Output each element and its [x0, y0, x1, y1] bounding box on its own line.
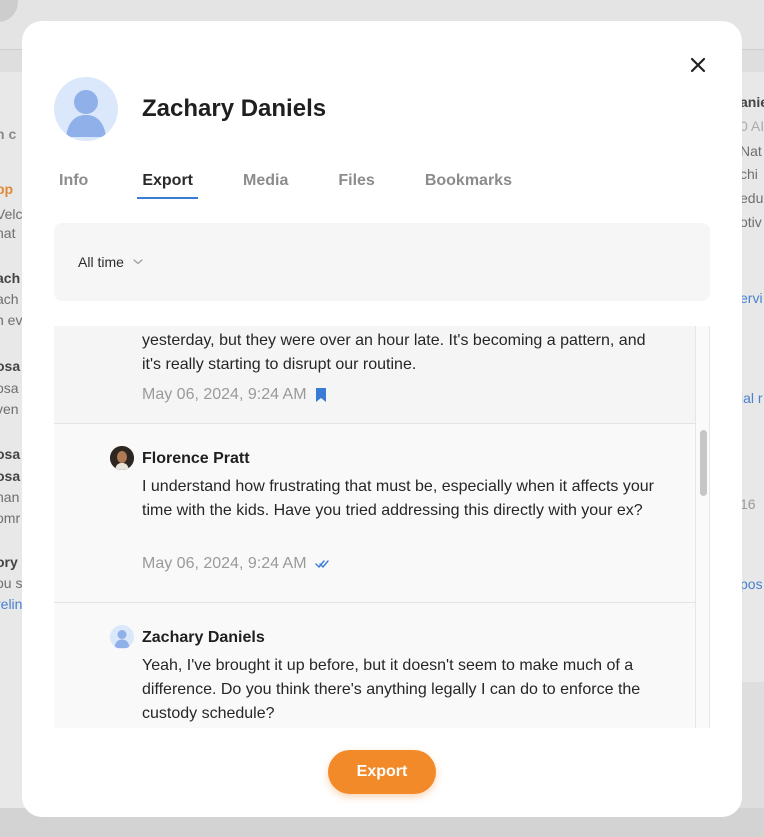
background-text: anie — [740, 94, 764, 110]
read-status — [314, 559, 329, 569]
background-text: omr — [0, 510, 21, 526]
bookmark-icon — [315, 388, 326, 402]
sender-name: Florence Pratt — [142, 450, 250, 467]
background-text: ach — [0, 291, 19, 307]
export-button[interactable]: Export — [328, 750, 436, 794]
message-item: Zachary Daniels Yeah, I've brought it up… — [54, 603, 695, 728]
background-text: Nat — [740, 143, 762, 159]
background-text: osa — [0, 380, 19, 396]
message-item: Florence Pratt I understand how frustrat… — [54, 424, 695, 603]
contact-avatar — [54, 77, 118, 141]
background-text: ach — [0, 270, 21, 286]
close-button[interactable] — [686, 51, 710, 79]
person-photo-icon — [110, 446, 134, 470]
background-text: n ev — [0, 312, 23, 328]
background-text: h c — [0, 126, 17, 142]
background-text: osa — [0, 468, 21, 484]
bookmark-button[interactable] — [315, 387, 327, 403]
message-text: yesterday, but they were over an hour la… — [142, 332, 646, 373]
scrollbar-thumb[interactable] — [700, 430, 707, 496]
background-text: Velc — [0, 206, 23, 222]
sender-avatar — [110, 446, 134, 470]
message-text: Yeah, I've brought it up before, but it … — [142, 657, 641, 722]
background-text: pp — [0, 181, 14, 197]
background-text: han — [0, 489, 20, 505]
message-timestamp: May 06, 2024, 9:24 AM — [142, 386, 307, 403]
background-text: otiv — [740, 214, 762, 230]
date-range-label: All time — [78, 254, 124, 270]
tab-export[interactable]: Export — [137, 168, 198, 199]
message-item: yesterday, but they were over an hour la… — [54, 326, 695, 424]
chevron-down-icon — [133, 259, 143, 265]
background-text: 16 — [740, 496, 756, 512]
background-text: ory — [0, 554, 18, 570]
background-text: pos — [740, 576, 763, 592]
tab-bookmarks[interactable]: Bookmarks — [420, 168, 517, 199]
message-timestamp: May 06, 2024, 9:24 AM — [142, 555, 307, 572]
date-range-dropdown[interactable]: All time — [78, 254, 144, 270]
background-text: osa — [0, 446, 21, 462]
background-text: hat — [0, 225, 16, 241]
message-list[interactable]: yesterday, but they were over an hour la… — [54, 326, 710, 728]
background-text: edu — [740, 190, 764, 206]
background-text: 0 AI — [740, 118, 764, 134]
message-text: I understand how frustrating that must b… — [142, 478, 654, 519]
check-icon — [314, 560, 329, 569]
user-icon — [66, 90, 106, 137]
user-icon — [114, 630, 130, 648]
contact-export-modal: Zachary Daniels Info Export Media Files … — [22, 21, 742, 817]
tab-media[interactable]: Media — [238, 168, 293, 199]
background-text: osa — [0, 358, 21, 374]
contact-name: Zachary Daniels — [142, 95, 327, 122]
message-meta: May 06, 2024, 9:24 AM — [142, 386, 327, 404]
background-text: chi — [740, 166, 758, 182]
background-text: ou s — [0, 575, 23, 591]
background-text: ial r — [740, 390, 763, 406]
sender-name: Zachary Daniels — [142, 629, 265, 646]
close-icon — [690, 57, 706, 73]
filter-bar: All time — [54, 223, 710, 301]
tab-info[interactable]: Info — [54, 168, 93, 199]
tab-bar: Info Export Media Files Bookmarks — [54, 168, 557, 200]
background-text: relin — [0, 596, 23, 612]
message-meta: May 06, 2024, 9:24 AM — [142, 555, 329, 573]
background-text: ervi — [740, 290, 763, 306]
tab-files[interactable]: Files — [333, 168, 379, 199]
background-text: ven — [0, 401, 19, 417]
sender-avatar — [110, 625, 134, 649]
scrollbar-track[interactable] — [695, 326, 709, 728]
